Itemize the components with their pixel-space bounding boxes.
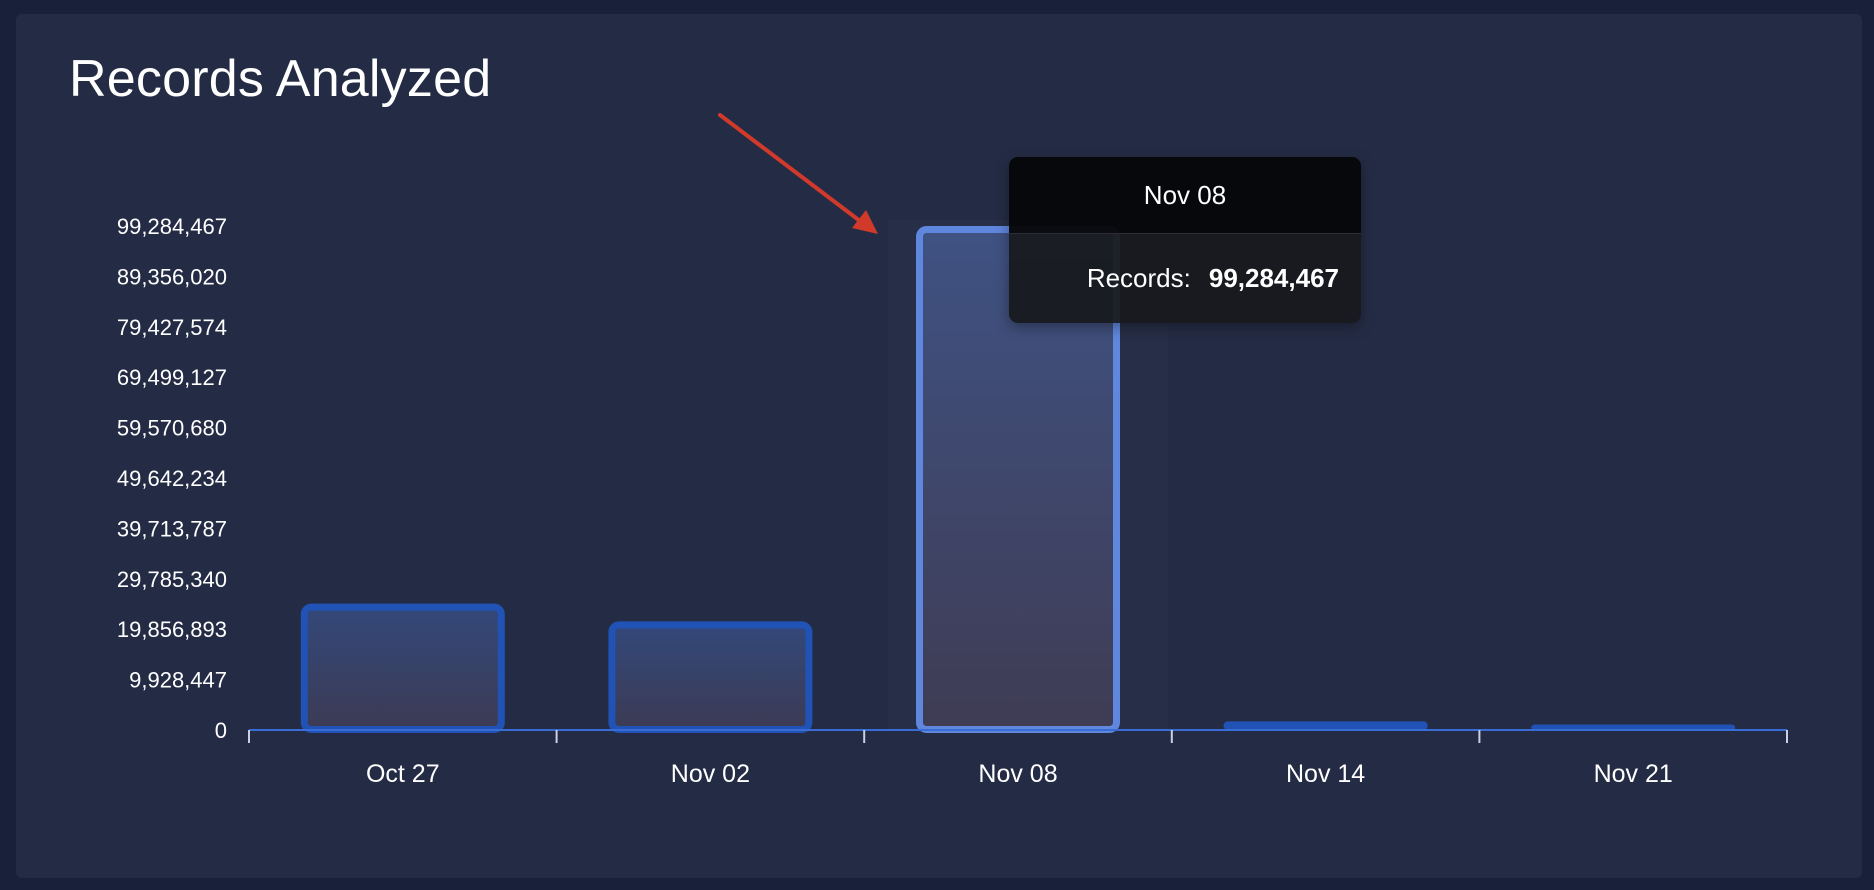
bar[interactable] [300, 603, 505, 733]
chart-tooltip: Nov 08 Records: 99,284,467 [1009, 157, 1361, 323]
y-tick-label: 9,928,447 [129, 668, 227, 693]
annotation-arrow [718, 113, 878, 234]
tooltip-body: Records: 99,284,467 [1009, 234, 1361, 323]
bar-chart: 0 9,928,447 19,856,893 29,785,340 39,713,787… [117, 113, 1788, 788]
y-tick-label: 89,356,020 [117, 264, 227, 289]
y-tick-label: 79,427,574 [117, 315, 227, 340]
x-tick-label: Oct 27 [366, 760, 440, 788]
tooltip-label: Records: [1086, 263, 1191, 293]
bar[interactable] [1223, 721, 1428, 730]
x-axis: Oct 27 Nov 02 Nov 08 Nov 14 Nov 21 [248, 729, 1788, 788]
tooltip-value: 99,284,467 [1208, 263, 1339, 293]
x-tick-label: Nov 14 [1286, 760, 1365, 788]
bar[interactable] [608, 621, 813, 734]
x-tick-label: Nov 08 [978, 760, 1057, 788]
x-tick-label: Nov 21 [1594, 760, 1673, 788]
y-tick-label: 0 [215, 718, 227, 743]
y-tick-label: 69,499,127 [117, 365, 227, 390]
y-tick-label: 39,713,787 [117, 516, 227, 541]
tooltip-header: Nov 08 [1009, 157, 1361, 234]
x-tick-label: Nov 02 [671, 760, 750, 788]
y-tick-label: 59,570,680 [117, 416, 227, 441]
y-tick-label: 99,284,467 [117, 214, 227, 239]
y-tick-label: 49,642,234 [117, 466, 227, 491]
y-tick-label: 29,785,340 [117, 567, 227, 592]
y-axis: 0 9,928,447 19,856,893 29,785,340 39,713,787… [117, 214, 227, 743]
y-tick-label: 19,856,893 [117, 617, 227, 642]
